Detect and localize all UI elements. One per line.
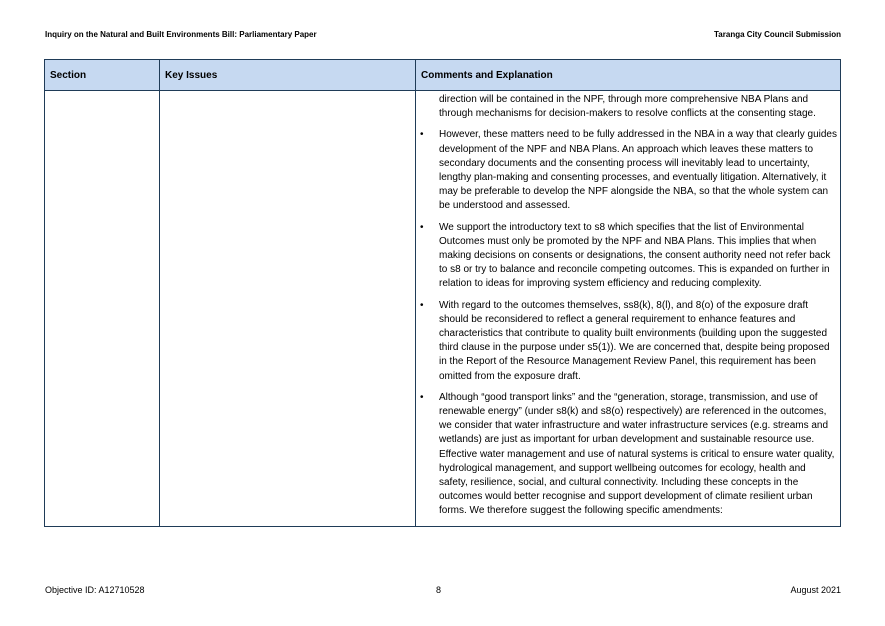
comment-bullet-item: However, these matters need to be fully …	[416, 128, 837, 213]
column-header-section: Section	[44, 59, 160, 91]
table-row: direction will be contained in the NPF, …	[44, 90, 841, 527]
comment-bullet-item: We support the introductory text to s8 w…	[416, 221, 837, 292]
header-document-title: Inquiry on the Natural and Built Environ…	[45, 30, 317, 39]
column-header-comments: Comments and Explanation	[415, 59, 841, 91]
footer-date: August 2021	[790, 585, 841, 595]
header-submission-title: Taranga City Council Submission	[714, 30, 841, 39]
comments-list: direction will be contained in the NPF, …	[416, 93, 840, 519]
column-header-key-issues: Key Issues	[159, 59, 416, 91]
footer-page-number: 8	[436, 585, 442, 595]
submission-table: Section Key Issues Comments and Explanat…	[44, 59, 841, 527]
footer-objective-id: Objective ID: A12710528	[45, 585, 145, 595]
comment-bullet-item: With regard to the outcomes themselves, …	[416, 299, 837, 384]
comment-continuation: direction will be contained in the NPF, …	[439, 94, 816, 120]
key-issues-cell	[159, 90, 416, 527]
table-header-row: Section Key Issues Comments and Explanat…	[44, 59, 841, 91]
section-cell	[44, 90, 160, 527]
comments-cell: direction will be contained in the NPF, …	[415, 90, 841, 527]
comment-bullet-item: Although “good transport links” and the …	[416, 391, 837, 519]
